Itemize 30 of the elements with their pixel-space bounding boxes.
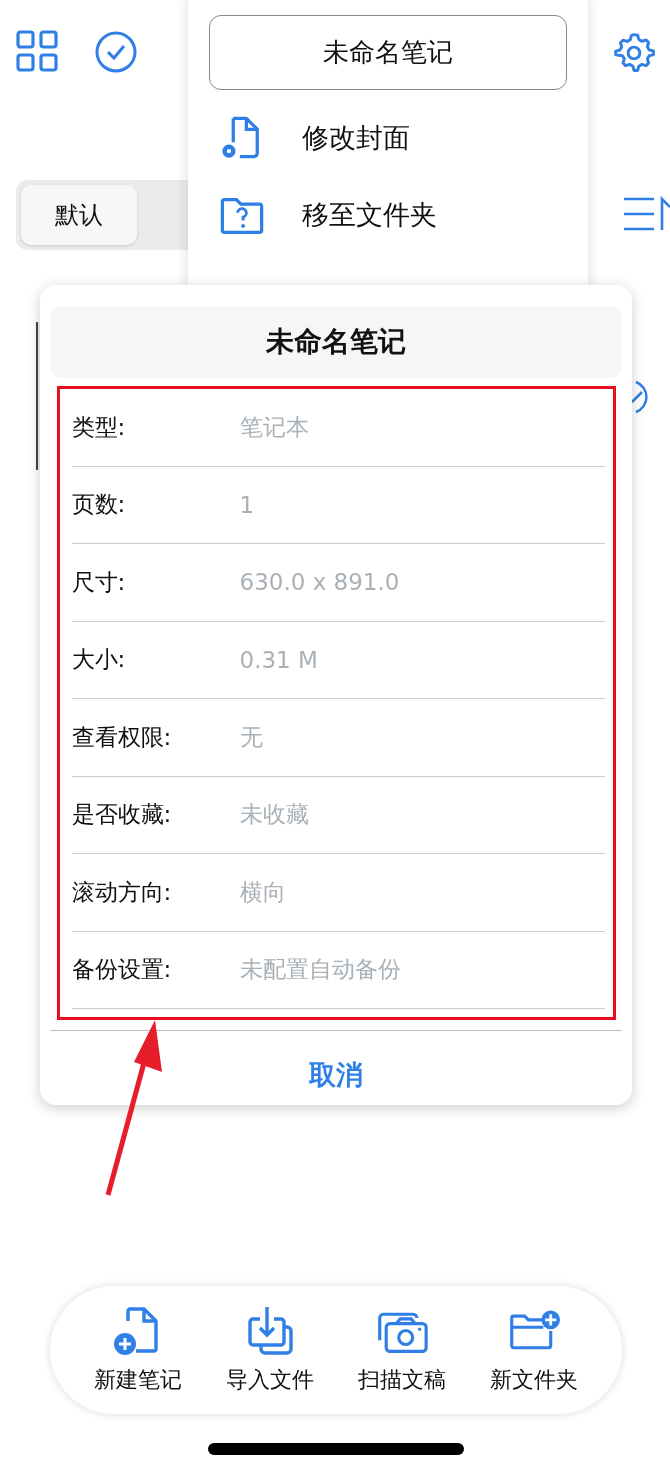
info-label: 尺寸:: [71, 567, 127, 597]
dialog-title: 未命名笔记: [50, 306, 622, 378]
check-circle-icon[interactable]: [95, 31, 137, 73]
info-value: 笔记本: [239, 412, 309, 442]
menu-item[interactable]: 修改封面: [218, 108, 410, 168]
grid-icon[interactable]: [16, 30, 58, 72]
info-label: 查看权限:: [71, 722, 173, 752]
info-value: 未收藏: [239, 800, 309, 830]
info-label: 备份设置:: [71, 955, 173, 985]
info-label: 类型:: [71, 412, 127, 442]
info-label: 滚动方向:: [71, 877, 173, 907]
sort-tab[interactable]: 默认: [21, 185, 137, 245]
toolbar-button[interactable]: 新文件夹: [490, 1305, 578, 1395]
info-value: 630.0 x 891.0: [239, 569, 400, 596]
info-value: 1: [239, 491, 255, 518]
name-field[interactable]: 未命名笔记: [209, 15, 567, 90]
info-value: 0.31 M: [239, 646, 318, 673]
info-label: 页数:: [71, 490, 127, 520]
info-value: 无: [239, 722, 263, 752]
settings-icon[interactable]: [612, 31, 656, 75]
info-value: 横向: [239, 877, 286, 907]
info-value: 未配置自动备份: [239, 955, 401, 985]
menu-item[interactable]: 移至文件夹: [218, 185, 437, 245]
toolbar-button[interactable]: 导入文件: [226, 1305, 314, 1395]
toolbar-button[interactable]: 新建笔记: [94, 1305, 182, 1395]
toolbar-button[interactable]: 扫描文稿: [358, 1305, 446, 1395]
info-label: 大小:: [71, 645, 127, 675]
cancel-button[interactable]: 取消: [289, 1049, 383, 1101]
list-icon[interactable]: [624, 196, 670, 232]
info-label: 是否收藏:: [71, 800, 173, 830]
